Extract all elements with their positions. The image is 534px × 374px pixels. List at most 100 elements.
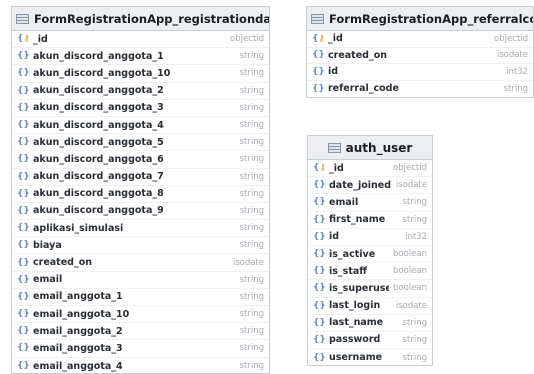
table-header[interactable]: auth_user xyxy=(308,136,432,160)
field-row[interactable]: {} akun_discord_anggota_3 string xyxy=(12,100,269,117)
field-row[interactable]: {} last_login isodate xyxy=(308,298,432,315)
field-row[interactable]: {} date_joined isodate xyxy=(308,177,432,195)
field-type: int32 xyxy=(506,66,528,77)
field-name: referral_code xyxy=(328,83,399,95)
field-type: string xyxy=(239,274,264,285)
field-row[interactable]: {} is_active boolean xyxy=(308,246,432,264)
braces-icon: {} xyxy=(17,240,30,251)
field-name: username xyxy=(329,352,383,364)
field-row[interactable]: {} akun_discord_anggota_5 string xyxy=(12,134,269,152)
field-row[interactable]: {} first_name string xyxy=(308,212,432,229)
field-row[interactable]: {} email_anggota_2 string xyxy=(12,323,269,341)
braces-icon: {} xyxy=(17,120,30,131)
field-row[interactable]: {} referral_code string xyxy=(307,81,533,98)
field-name: created_on xyxy=(328,49,387,61)
field-row[interactable]: {} akun_discord_anggota_10 string xyxy=(12,65,269,83)
braces-icon: {} xyxy=(313,197,326,208)
field-row[interactable]: {} akun_discord_anggota_4 string xyxy=(12,117,269,135)
braces-icon: {} xyxy=(17,274,30,285)
field-row[interactable]: {} akun_discord_anggota_6 string xyxy=(12,151,269,169)
field-row[interactable]: {} username string xyxy=(308,349,432,365)
table-icon xyxy=(327,142,341,153)
field-name: last_name xyxy=(329,317,384,329)
field-row[interactable]: {} password string xyxy=(308,332,432,350)
field-type: boolean xyxy=(393,266,427,277)
field-type: string xyxy=(239,154,264,165)
braces-icon: {} xyxy=(313,300,326,311)
braces-icon: {} xyxy=(313,283,326,294)
field-row[interactable]: {} akun_discord_anggota_8 string xyxy=(12,186,269,203)
table-icon xyxy=(16,13,29,24)
field-name: is_superuser xyxy=(329,282,389,294)
field-type: string xyxy=(402,317,427,328)
field-row[interactable]: {} created_on isodate xyxy=(307,48,533,64)
field-name: akun_discord_anggota_7 xyxy=(33,171,164,183)
field-name: last_login xyxy=(329,300,381,312)
braces-icon: {} xyxy=(313,180,326,191)
field-name: akun_discord_anggota_4 xyxy=(33,119,164,131)
table-title: auth_user xyxy=(345,140,413,155)
braces-icon: {} xyxy=(17,188,30,199)
field-type: int32 xyxy=(405,231,427,242)
field-name: date_joined xyxy=(329,179,391,191)
field-name: akun_discord_anggota_9 xyxy=(33,205,164,217)
table-icon xyxy=(311,13,324,24)
field-type: string xyxy=(239,188,264,199)
field-row[interactable]: {} akun_discord_anggota_1 string xyxy=(12,48,269,66)
field-name: is_staff xyxy=(329,265,367,277)
table-title: FormRegistrationApp_referralcode xyxy=(329,11,533,26)
field-row[interactable]: {} akun_discord_anggota_2 string xyxy=(12,83,269,100)
field-name: is_active xyxy=(329,248,376,260)
field-row[interactable]: {} email_anggota_1 string xyxy=(12,289,269,306)
braces-icon: {} xyxy=(17,154,30,165)
field-row[interactable]: {} akun_discord_anggota_9 string xyxy=(12,203,269,221)
field-name: first_name xyxy=(329,214,386,226)
field-name: aplikasi_simulasi xyxy=(33,222,124,234)
table-auth-user[interactable]: auth_user {⚷ _id objectid{} date_joined isod… xyxy=(307,135,433,366)
field-name: akun_discord_anggota_8 xyxy=(33,188,164,200)
field-name: email_anggota_1 xyxy=(33,291,123,303)
field-name: email xyxy=(33,274,63,286)
field-name: id xyxy=(328,66,339,78)
field-name: biaya xyxy=(33,239,62,251)
field-type: string xyxy=(239,205,264,216)
field-row[interactable]: {} last_name string xyxy=(308,315,432,332)
field-type: isodate xyxy=(496,50,528,61)
field-name: akun_discord_anggota_2 xyxy=(33,85,164,97)
field-row[interactable]: {} biaya string xyxy=(12,237,269,255)
braces-icon: {} xyxy=(17,361,30,372)
field-row[interactable]: {} aplikasi_simulasi string xyxy=(12,220,269,238)
field-row[interactable]: {} id int32 xyxy=(307,64,533,81)
table-header[interactable]: FormRegistrationApp_referralcode xyxy=(307,7,533,31)
braces-icon: {} xyxy=(313,317,326,328)
table-header[interactable]: FormRegistrationApp_registrationdata xyxy=(12,7,269,31)
field-type: isodate xyxy=(232,257,264,268)
table-registrationdata[interactable]: FormRegistrationApp_registrationdata {⚷ _… xyxy=(11,6,270,374)
field-name: email_anggota_4 xyxy=(33,360,123,372)
braces-icon: {} xyxy=(313,266,326,277)
field-row[interactable]: {} email_anggota_10 string xyxy=(12,306,269,324)
key-icon: {⚷ xyxy=(17,34,31,45)
field-row[interactable]: {⚷ _id objectid xyxy=(308,160,432,178)
field-row[interactable]: {}is_superuser boolean xyxy=(308,280,432,298)
braces-icon: {} xyxy=(17,102,30,113)
field-row[interactable]: {} created_on isodate xyxy=(12,254,269,272)
field-row[interactable]: {} id int32 xyxy=(308,229,432,246)
field-row[interactable]: {} email string xyxy=(308,194,432,212)
table-referralcode[interactable]: FormRegistrationApp_referralcode {⚷ _id ob… xyxy=(306,6,534,98)
field-row[interactable]: {} email_anggota_4 string xyxy=(12,358,269,373)
field-row[interactable]: {} is_staff boolean xyxy=(308,263,432,281)
field-row[interactable]: {} email_anggota_3 string xyxy=(12,340,269,358)
braces-icon: {} xyxy=(17,309,30,320)
field-row[interactable]: {} akun_discord_anggota_7 string xyxy=(12,169,269,186)
field-name: akun_discord_anggota_1 xyxy=(33,50,164,62)
field-name: akun_discord_anggota_6 xyxy=(33,153,164,165)
field-type: string xyxy=(402,334,427,345)
field-type: string xyxy=(402,352,427,363)
field-row[interactable]: {} email string xyxy=(12,272,269,289)
field-row[interactable]: {⚷ _id objectid xyxy=(12,31,269,49)
field-type: string xyxy=(239,68,264,79)
field-row[interactable]: {⚷ _id objectid xyxy=(307,31,533,48)
field-type: objectid xyxy=(494,33,528,44)
field-name: akun_discord_anggota_3 xyxy=(33,102,164,114)
